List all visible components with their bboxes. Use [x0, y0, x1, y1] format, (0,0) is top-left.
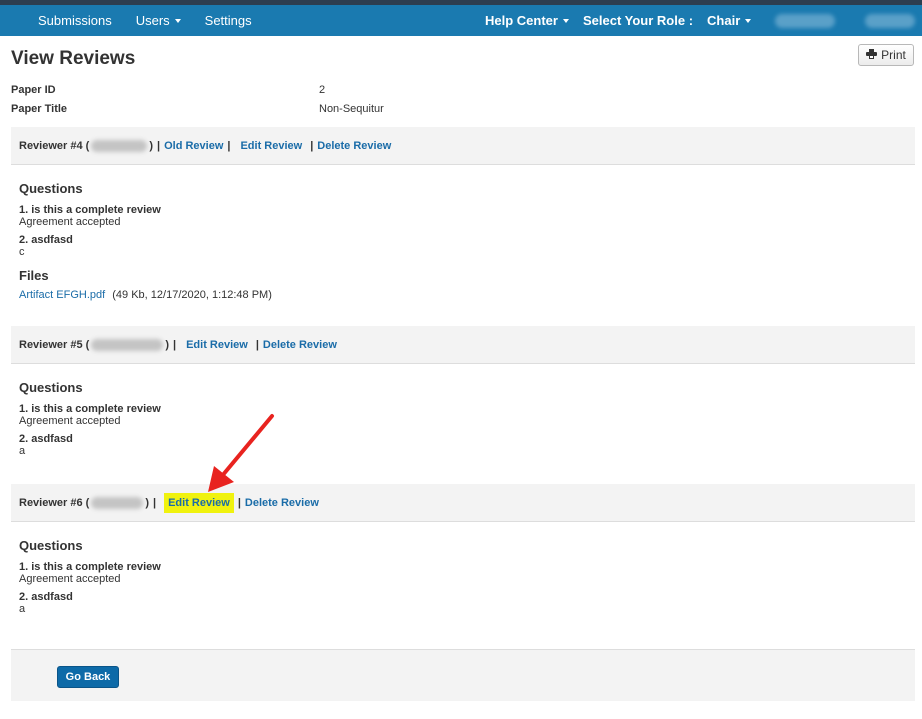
question-answer: Agreement accepted: [19, 415, 121, 427]
reviewer-label-close: ): [145, 496, 149, 509]
question-title: 2. asdfasd: [19, 234, 73, 246]
edit-review-link[interactable]: Edit Review: [186, 339, 248, 351]
redacted-reviewer-name: [91, 139, 148, 152]
question-title: 1. is this a complete review: [19, 403, 161, 415]
file-meta: (49 Kb, 12/17/2020, 1:12:48 PM): [112, 289, 272, 301]
print-button[interactable]: Print: [858, 44, 914, 66]
old-review-link[interactable]: Old Review: [164, 140, 223, 152]
reviewer-label: Reviewer #5 (: [19, 338, 90, 351]
page-title: View Reviews: [11, 48, 136, 69]
edit-review-link[interactable]: Edit Review: [240, 140, 302, 152]
chevron-down-icon: [562, 18, 569, 23]
question-title: 2. asdfasd: [19, 433, 73, 445]
nav-right: Help Center Select Your Role : Chair: [485, 5, 916, 36]
question-title: 1. is this a complete review: [19, 204, 161, 216]
files-heading: Files: [19, 268, 49, 283]
file-row: Artifact EFGH.pdf (49 Kb, 12/17/2020, 1:…: [19, 289, 272, 301]
reviewer-label: Reviewer #6 (: [19, 496, 90, 509]
review-body: Questions 1. is this a complete review A…: [19, 181, 272, 301]
paper-info: Paper ID 2 Paper Title Non-Sequitur: [0, 74, 922, 115]
file-link[interactable]: Artifact EFGH.pdf: [19, 289, 105, 301]
question-answer: a: [19, 445, 26, 457]
question-title: 2. asdfasd: [19, 591, 73, 603]
reviewer-header: Reviewer #4 ( ) | Old Review | Edit Revi…: [11, 127, 915, 165]
redacted-user-name[interactable]: [775, 13, 836, 28]
reviewer-header: Reviewer #6 ( ) | Edit Review | Delete R…: [11, 484, 915, 522]
questions-heading: Questions: [19, 181, 83, 196]
paper-title-label: Paper Title: [11, 103, 68, 115]
footer-bar: Go Back: [11, 649, 915, 701]
questions-heading: Questions: [19, 380, 83, 395]
delete-review-link[interactable]: Delete Review: [317, 140, 391, 152]
reviewer-label-close: ): [149, 139, 153, 152]
separator: |: [255, 338, 259, 351]
nav-submissions[interactable]: Submissions: [38, 13, 112, 28]
redacted-user-menu[interactable]: [865, 13, 916, 28]
nav-role-dropdown[interactable]: Chair: [707, 13, 752, 28]
separator: |: [173, 338, 177, 351]
redacted-reviewer-name: [91, 338, 164, 351]
review-body: Questions 1. is this a complete review A…: [19, 538, 161, 621]
separator: |: [153, 496, 157, 509]
question-answer: c: [19, 246, 25, 258]
question-answer: Agreement accepted: [19, 573, 121, 585]
paper-id-row: Paper ID 2: [11, 84, 911, 102]
chevron-down-icon: [174, 18, 181, 23]
redacted-reviewer-name: [91, 496, 144, 509]
printer-icon: [866, 48, 878, 62]
reviewer-header: Reviewer #5 ( ) | Edit Review | Delete R…: [11, 326, 915, 364]
review-body: Questions 1. is this a complete review A…: [19, 380, 161, 463]
chevron-down-icon: [745, 18, 752, 23]
nav-settings[interactable]: Settings: [205, 13, 252, 28]
reviewer-label: Reviewer #4 (: [19, 139, 90, 152]
nav-users-label: Users: [135, 13, 170, 28]
nav-help-center[interactable]: Help Center: [485, 13, 569, 28]
separator: |: [310, 139, 314, 152]
delete-review-link[interactable]: Delete Review: [263, 339, 337, 351]
nav-role-label: Chair: [707, 13, 741, 28]
page-header: View Reviews Print: [0, 36, 922, 72]
top-navbar: Submissions Users Settings Help Center S…: [0, 5, 922, 36]
paper-title-value: Non-Sequitur: [319, 103, 384, 115]
paper-id-value: 2: [319, 84, 326, 96]
nav-left: Submissions Users Settings: [38, 13, 276, 28]
red-arrow-icon: [208, 414, 274, 492]
question-title: 1. is this a complete review: [19, 561, 161, 573]
question-answer: a: [19, 603, 26, 615]
print-label: Print: [881, 48, 906, 62]
nav-help-center-label: Help Center: [485, 13, 558, 28]
reviewer-label-close: ): [165, 338, 169, 351]
question-answer: Agreement accepted: [19, 216, 121, 228]
separator: |: [157, 139, 161, 152]
nav-users[interactable]: Users: [136, 13, 181, 28]
paper-id-label: Paper ID: [11, 84, 56, 96]
nav-select-role-label: Select Your Role :: [582, 13, 694, 28]
questions-heading: Questions: [19, 538, 83, 553]
paper-title-row: Paper Title Non-Sequitur: [11, 103, 911, 121]
go-back-button[interactable]: Go Back: [57, 666, 119, 688]
separator: |: [227, 139, 231, 152]
